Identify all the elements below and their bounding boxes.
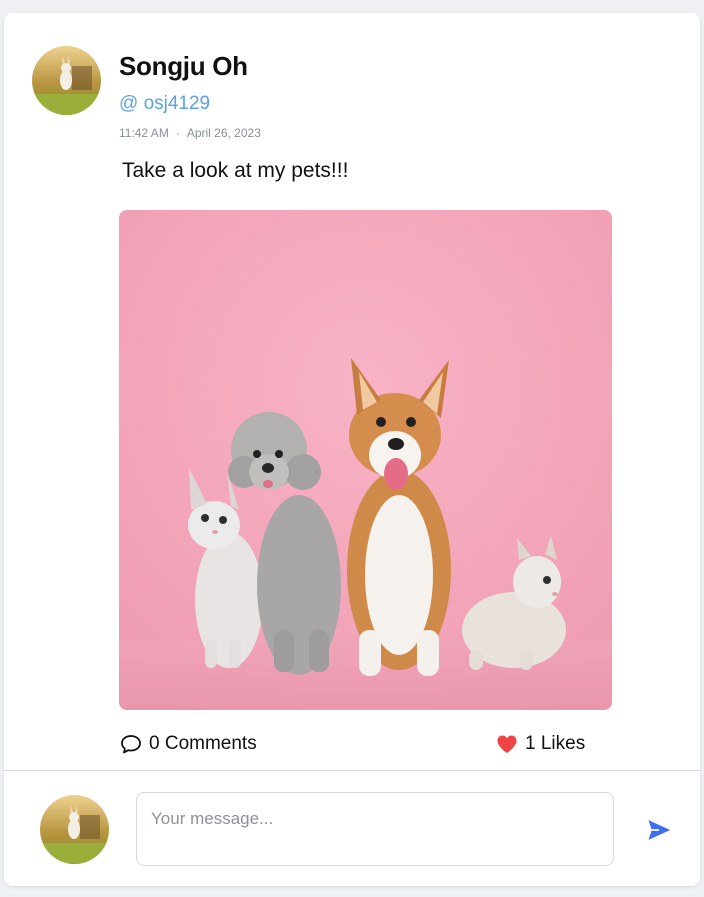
author-handle[interactable]: @ osj4129 (119, 93, 210, 115)
post-card: Songju Oh @ osj4129 11:42 AM · April 26, 2… (4, 13, 700, 886)
corgi (347, 358, 451, 676)
likes-count: 1 Likes (525, 733, 586, 754)
post-timestamp: 11:42 AM · April 26, 2023 (119, 126, 261, 140)
current-user-avatar[interactable] (40, 795, 109, 864)
send-icon (648, 820, 671, 840)
meta-separator: · (175, 126, 180, 140)
post-time: 11:42 AM (119, 126, 169, 140)
author-name[interactable]: Songju Oh (119, 51, 248, 82)
send-button[interactable] (642, 813, 676, 847)
comments-count: 0 Comments (149, 733, 257, 754)
author-avatar[interactable] (32, 46, 101, 115)
divider (4, 770, 700, 771)
comments-button[interactable]: 0 Comments (119, 732, 257, 756)
post-image[interactable] (119, 210, 612, 710)
heart-icon (497, 735, 517, 753)
like-button[interactable]: 1 Likes (495, 732, 585, 756)
comment-bubble-icon (121, 735, 141, 754)
post-date: April 26, 2023 (186, 126, 261, 140)
message-input[interactable] (136, 792, 614, 866)
post-text: Take a look at my pets!!! (122, 159, 349, 182)
